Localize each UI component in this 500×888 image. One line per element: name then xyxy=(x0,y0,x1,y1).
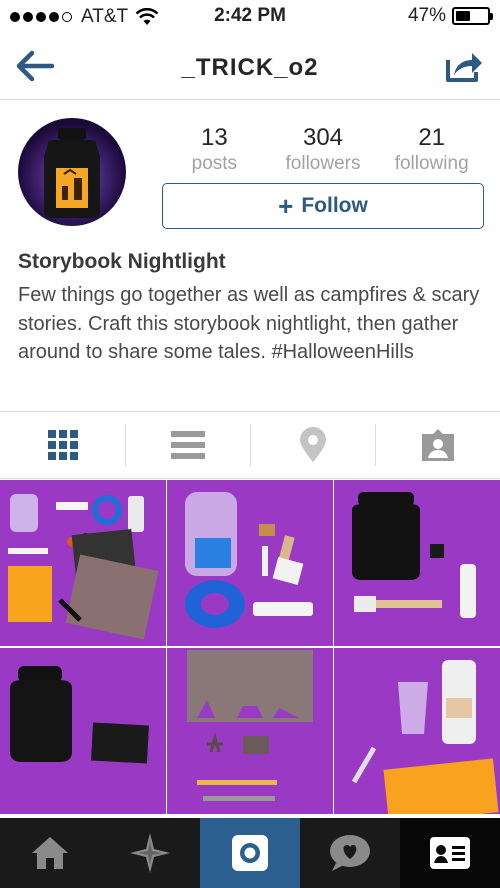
post-image xyxy=(334,648,500,814)
post-image xyxy=(167,480,333,646)
camera-icon xyxy=(232,835,268,871)
stat-value: 304 xyxy=(302,124,344,151)
battery-percent: 47% xyxy=(407,5,446,26)
post-thumbnail[interactable] xyxy=(334,648,500,814)
stat-value: 21 xyxy=(418,124,446,151)
tab-list-view[interactable] xyxy=(125,412,250,478)
follow-button[interactable]: + Follow xyxy=(162,183,484,229)
home-icon xyxy=(32,837,68,869)
nav-bar: _TRICK_o2 xyxy=(0,32,500,100)
avatar xyxy=(18,118,126,226)
plus-icon: + xyxy=(278,191,294,221)
profile-icon xyxy=(430,837,470,869)
activity-icon xyxy=(330,835,370,871)
post-image xyxy=(334,480,500,646)
followers-count[interactable]: 304 followers xyxy=(269,124,378,175)
post-thumbnail[interactable] xyxy=(334,480,500,646)
tab-home[interactable] xyxy=(0,818,100,888)
share-icon[interactable] xyxy=(444,48,484,84)
photo-grid xyxy=(0,480,500,816)
post-thumbnail[interactable] xyxy=(0,480,166,646)
status-bar: AT&T 2:42 PM 47% xyxy=(0,0,500,32)
tab-grid-view[interactable] xyxy=(0,412,125,478)
profile-bio: Few things go together as well as campfi… xyxy=(18,284,480,363)
post-image xyxy=(0,648,166,814)
tab-camera[interactable] xyxy=(200,818,300,888)
location-pin-icon xyxy=(299,427,326,462)
stat-label: posts xyxy=(191,153,238,174)
stat-value: 13 xyxy=(200,124,228,151)
explore-icon xyxy=(130,833,170,873)
profile-stats: 13 posts 304 followers 21 following xyxy=(160,124,486,175)
tab-profile[interactable] xyxy=(400,818,500,888)
post-thumbnail[interactable] xyxy=(0,648,166,814)
post-image xyxy=(167,648,333,814)
stat-label: followers xyxy=(285,153,361,174)
battery-icon xyxy=(452,7,493,25)
tab-map-view[interactable] xyxy=(250,412,375,478)
tab-activity[interactable] xyxy=(300,818,400,888)
post-thumbnail[interactable] xyxy=(167,648,333,814)
follow-label: Follow xyxy=(301,194,368,217)
posts-count[interactable]: 13 posts xyxy=(160,124,269,175)
page-title: _TRICK_o2 xyxy=(181,54,319,81)
post-image xyxy=(0,480,166,646)
tab-explore[interactable] xyxy=(100,818,200,888)
profile-name: Storybook Nightlight xyxy=(18,250,226,273)
list-view-icon xyxy=(170,431,205,459)
post-thumbnail[interactable] xyxy=(167,480,333,646)
grid-view-icon xyxy=(47,430,78,460)
bottom-tab-bar xyxy=(0,818,500,888)
view-tabs xyxy=(0,411,500,479)
following-count[interactable]: 21 following xyxy=(377,124,486,175)
tagged-photos-icon xyxy=(421,429,454,461)
stat-label: following xyxy=(394,153,469,174)
tab-tagged-photos[interactable] xyxy=(375,412,500,478)
